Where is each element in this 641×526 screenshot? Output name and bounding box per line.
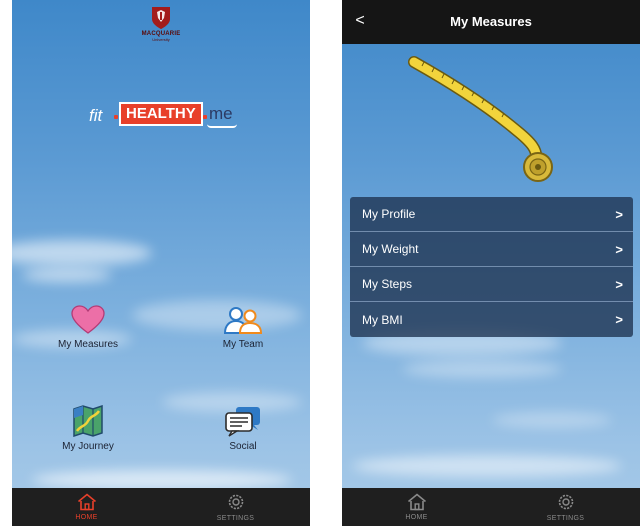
- page-title: My Measures: [450, 14, 532, 29]
- menu-item-my-profile[interactable]: My Profile >: [350, 197, 633, 232]
- tile-label: Social: [229, 441, 257, 452]
- cloud: [402, 360, 562, 378]
- cloud: [352, 455, 622, 477]
- chevron-right-icon: >: [615, 242, 623, 257]
- tile-label: My Measures: [57, 339, 118, 350]
- tab-settings[interactable]: SETTINGS: [161, 488, 310, 526]
- chevron-right-icon: >: [615, 207, 623, 222]
- tile-social[interactable]: Social: [193, 405, 293, 452]
- chat-icon: [225, 407, 260, 437]
- home-screen: MACQUARIE University fit HEALTHY me My M…: [12, 0, 310, 526]
- tab-home[interactable]: HOME: [342, 488, 491, 526]
- brand-dot: [203, 115, 207, 119]
- gear-icon: [228, 494, 243, 510]
- menu-item-label: My BMI: [362, 312, 403, 327]
- tile-label: My Team: [222, 339, 264, 350]
- team-icon: [223, 307, 263, 334]
- brand-me: me: [209, 104, 233, 123]
- app-brand-logo: fit HEALTHY me: [89, 100, 249, 132]
- menu-item-my-steps[interactable]: My Steps >: [350, 267, 633, 302]
- tile-my-measures[interactable]: My Measures: [38, 305, 138, 350]
- chevron-right-icon: >: [615, 277, 623, 292]
- map-icon: [73, 405, 103, 437]
- tab-bar: HOME SETTINGS: [342, 488, 640, 526]
- tile-label: My Journey: [62, 441, 114, 452]
- tile-my-journey[interactable]: My Journey: [38, 405, 138, 452]
- menu-item-my-weight[interactable]: My Weight >: [350, 232, 633, 267]
- measures-menu: My Profile > My Weight > My Steps > My B…: [350, 197, 633, 337]
- my-measures-screen: < My Measures My Profile > My Weight > M…: [342, 0, 640, 526]
- tile-my-team[interactable]: My Team: [193, 305, 293, 350]
- heart-icon: [71, 305, 105, 334]
- menu-item-label: My Steps: [362, 277, 413, 291]
- tab-home[interactable]: HOME: [12, 488, 161, 526]
- tab-label: SETTINGS: [216, 515, 255, 522]
- chevron-right-icon: >: [615, 312, 623, 327]
- shield-icon: [152, 7, 170, 29]
- cloud: [492, 412, 612, 428]
- cloud: [12, 240, 152, 266]
- tab-label: HOME: [75, 514, 98, 521]
- menu-item-label: My Weight: [362, 242, 419, 256]
- tab-label: SETTINGS: [546, 515, 585, 522]
- cloud: [22, 268, 112, 282]
- home-icon: [77, 493, 96, 511]
- brand-fit: fit: [89, 106, 103, 125]
- tab-bar: HOME SETTINGS: [12, 488, 310, 526]
- cloud: [32, 470, 292, 490]
- tape-measure-icon: [408, 56, 553, 182]
- back-button[interactable]: <: [350, 10, 370, 32]
- tab-label: HOME: [405, 514, 428, 521]
- university-logo: MACQUARIE University: [139, 6, 183, 42]
- home-icon: [407, 493, 426, 511]
- menu-item-label: My Profile: [362, 207, 416, 221]
- brand-dot: [114, 115, 118, 119]
- university-subtitle: University: [152, 37, 170, 42]
- tab-settings[interactable]: SETTINGS: [491, 488, 640, 526]
- brand-swoosh: [207, 124, 237, 128]
- brand-healthy: HEALTHY: [119, 102, 203, 126]
- gear-icon: [558, 494, 573, 510]
- menu-item-my-bmi[interactable]: My BMI >: [350, 302, 633, 337]
- nav-bar: < My Measures: [342, 0, 640, 44]
